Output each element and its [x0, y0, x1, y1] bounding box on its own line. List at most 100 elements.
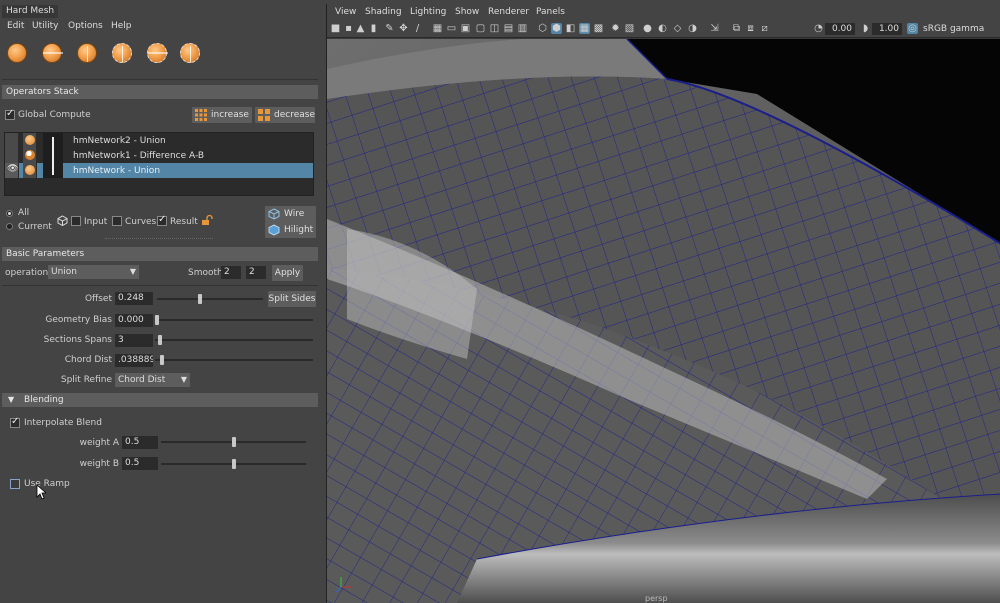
- bookmark-icon[interactable]: ▲: [355, 23, 366, 34]
- smooth-shade-icon[interactable]: ⬢: [551, 23, 562, 34]
- sphere-split-icon[interactable]: [74, 40, 100, 66]
- visibility-cell[interactable]: [5, 148, 19, 163]
- offset-slider[interactable]: [157, 294, 263, 304]
- geometry-bias-field[interactable]: 0.000: [115, 314, 153, 327]
- weight-a-slider[interactable]: [161, 437, 306, 447]
- sections-spans-field[interactable]: 3: [115, 334, 153, 347]
- camera-icon[interactable]: ■: [330, 23, 341, 34]
- split-sides-button[interactable]: Split Sides: [268, 291, 316, 307]
- lights-icon[interactable]: ✹: [610, 23, 621, 34]
- menu-panels[interactable]: Panels: [536, 6, 565, 18]
- sphere-icon[interactable]: [4, 40, 30, 66]
- ambient-occlusion-icon[interactable]: ●: [642, 23, 653, 34]
- slider-thumb[interactable]: [160, 355, 164, 365]
- menu-help[interactable]: Help: [111, 20, 132, 32]
- textured-icon[interactable]: ▩: [593, 23, 604, 34]
- slider-thumb[interactable]: [158, 335, 162, 345]
- sphere-half-icon[interactable]: [109, 40, 135, 66]
- sections-spans-slider[interactable]: [155, 335, 313, 345]
- xray-joints-icon[interactable]: ⧈: [745, 23, 756, 34]
- offset-field[interactable]: 0.248: [115, 292, 153, 305]
- 2d-pan-icon[interactable]: ✥: [398, 23, 409, 34]
- weight-a-field[interactable]: 0.5: [122, 436, 158, 449]
- gamma-field[interactable]: 1.00: [872, 23, 902, 35]
- menu-edit[interactable]: Edit: [7, 20, 24, 32]
- chord-dist-slider[interactable]: [155, 355, 313, 365]
- interpolate-blend-checkbox[interactable]: [10, 416, 20, 428]
- grease-pencil-icon[interactable]: ✎: [384, 23, 395, 34]
- color-management-icon[interactable]: ◎: [907, 23, 918, 34]
- menu-lighting[interactable]: Lighting: [410, 6, 446, 18]
- color-space-label[interactable]: sRGB gamma: [923, 23, 984, 35]
- exposure-icon[interactable]: ◔: [813, 23, 824, 34]
- menu-utility[interactable]: Utility: [32, 20, 58, 32]
- apply-button[interactable]: Apply: [272, 265, 303, 281]
- sphere-cut-icon[interactable]: [39, 40, 65, 66]
- sphere-dashed-icon[interactable]: [144, 40, 170, 66]
- sphere-dashed-split-icon[interactable]: [177, 40, 203, 66]
- xray-components-icon[interactable]: ⧄: [759, 23, 770, 34]
- safe-title-icon[interactable]: ▥: [517, 23, 528, 34]
- global-compute-checkbox[interactable]: [5, 108, 15, 120]
- grid-icon[interactable]: ▦: [432, 23, 443, 34]
- visibility-cell[interactable]: [5, 133, 19, 148]
- mouse-cursor-icon: [36, 484, 46, 500]
- basic-parameters-header[interactable]: Basic Parameters: [2, 247, 318, 261]
- radio-all[interactable]: [6, 210, 13, 217]
- menu-show[interactable]: Show: [455, 6, 479, 18]
- exposure-field[interactable]: 0.00: [825, 23, 855, 35]
- image-plane-icon[interactable]: ▮: [368, 23, 379, 34]
- wireframe-on-shaded-icon[interactable]: ▦: [579, 23, 590, 34]
- decrease-button[interactable]: decrease: [255, 107, 315, 123]
- field-chart-icon[interactable]: ◫: [489, 23, 500, 34]
- default-material-icon[interactable]: ◧: [565, 23, 576, 34]
- slider-thumb[interactable]: [232, 459, 236, 469]
- camera-attr-icon[interactable]: ▪: [343, 23, 354, 34]
- wire-button[interactable]: Wire: [265, 206, 316, 222]
- menu-options[interactable]: Options: [68, 20, 103, 32]
- split-refine-dropdown[interactable]: Chord Dist ▼: [115, 373, 190, 387]
- geometry-bias-slider[interactable]: [155, 315, 313, 325]
- viewport-canvas[interactable]: [327, 39, 1000, 603]
- xray-icon[interactable]: ⧉: [731, 23, 742, 34]
- menu-view[interactable]: View: [335, 6, 356, 18]
- motion-blur-icon[interactable]: ◐: [657, 23, 668, 34]
- resolution-gate-icon[interactable]: ▣: [460, 23, 471, 34]
- interpolate-blend-label: Interpolate Blend: [24, 418, 102, 428]
- wireframe-icon[interactable]: ⬡: [537, 23, 548, 34]
- use-ramp-checkbox[interactable]: [10, 479, 20, 489]
- blending-header[interactable]: ▼ Blending: [2, 393, 318, 407]
- safe-action-icon[interactable]: ▤: [503, 23, 514, 34]
- input-checkbox[interactable]: [71, 216, 81, 226]
- depth-of-field-icon[interactable]: ◑: [687, 23, 698, 34]
- eye-icon[interactable]: 👁: [5, 163, 19, 178]
- gate-mask-icon[interactable]: ▢: [475, 23, 486, 34]
- operators-stack-header[interactable]: Operators Stack: [2, 85, 318, 99]
- lock-open-icon[interactable]: [201, 215, 213, 226]
- film-gate-icon[interactable]: ▭: [446, 23, 457, 34]
- chord-dist-field[interactable]: .038889: [115, 354, 153, 367]
- slider-thumb[interactable]: [155, 315, 159, 325]
- increase-button[interactable]: increase: [192, 107, 252, 123]
- reorder-track[interactable]: [43, 133, 63, 178]
- gamma-icon[interactable]: ◗: [860, 23, 871, 34]
- smooth-field-b[interactable]: 2: [246, 266, 266, 279]
- slider-thumb[interactable]: [198, 294, 202, 304]
- radio-current[interactable]: [6, 223, 13, 230]
- slider-thumb[interactable]: [232, 437, 236, 447]
- mesh-render: [327, 39, 1000, 603]
- menu-renderer[interactable]: Renderer: [488, 6, 529, 18]
- curves-checkbox[interactable]: [112, 216, 122, 226]
- operation-dropdown[interactable]: Union ▼: [48, 265, 139, 279]
- result-checkbox[interactable]: [157, 214, 167, 226]
- smooth-field-a[interactable]: 2: [221, 266, 241, 279]
- shadows-icon[interactable]: ▧: [624, 23, 635, 34]
- multisample-icon[interactable]: ◇: [672, 23, 683, 34]
- hilight-button[interactable]: Hilight: [265, 222, 316, 238]
- weight-b-slider[interactable]: [161, 459, 306, 469]
- menu-shading[interactable]: Shading: [365, 6, 402, 18]
- curves-label: Curves: [125, 217, 157, 227]
- weight-b-field[interactable]: 0.5: [122, 457, 158, 470]
- isolate-select-icon[interactable]: ⇲: [709, 23, 720, 34]
- brush-icon[interactable]: /: [412, 23, 423, 34]
